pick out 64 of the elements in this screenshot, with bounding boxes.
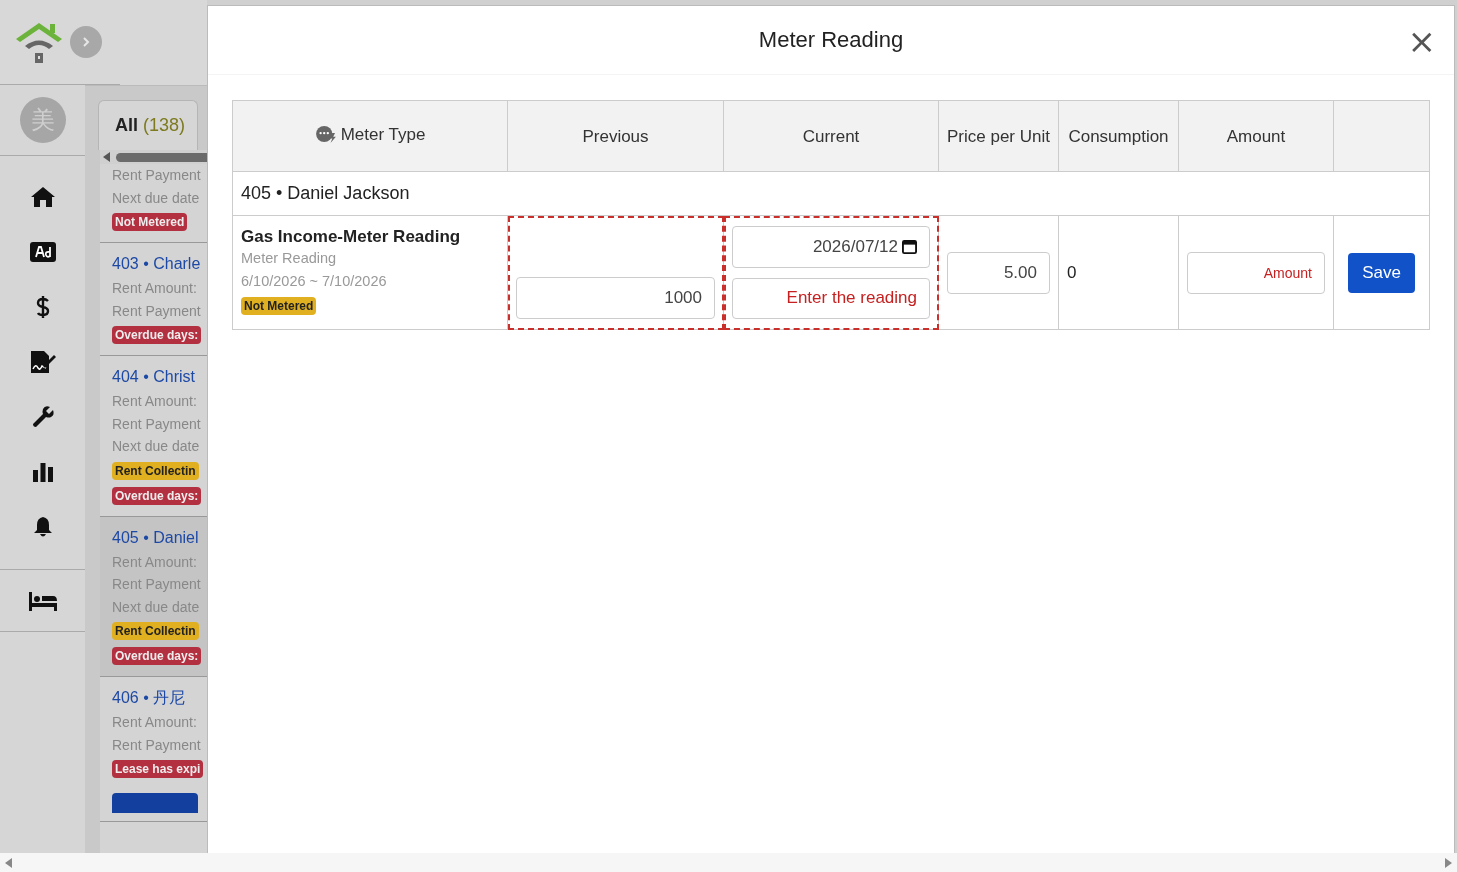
- status-badge: Rent Collectin: [112, 622, 199, 640]
- tenant-card[interactable]: 404 • Christ Rent Amount: Rent Payment Next due date Rent Collectin Overdue days:: [100, 356, 207, 517]
- meter-period: 6/10/2026 ~ 7/10/2026: [241, 272, 388, 291]
- column-header: Previous: [507, 100, 724, 172]
- meter-name: Gas Income-Meter Reading: [241, 227, 462, 247]
- status-badge: Lease has expi: [112, 760, 204, 778]
- close-button[interactable]: ×: [1403, 24, 1440, 58]
- filter-tab[interactable]: All (138): [98, 100, 198, 150]
- status-badge: Not Metered: [241, 297, 317, 315]
- consumption-value: 0: [1067, 262, 1077, 282]
- card-field: Next due date: [112, 435, 207, 458]
- card-field: Rent Amount:: [112, 390, 207, 413]
- card-field: Rent Amount:: [112, 277, 207, 300]
- home-icon: [30, 185, 55, 208]
- scrollbar[interactable]: [100, 150, 207, 164]
- tenant-title[interactable]: 404 • Christ: [112, 360, 207, 390]
- status-badge: Overdue days:: [112, 326, 202, 344]
- tenant-card[interactable]: 406 • 丹尼 Rent Amount: Rent Payment Lease has expi: [100, 677, 207, 822]
- tenant-title[interactable]: 403 • Charle: [112, 247, 207, 277]
- card-field: Rent Payment: [112, 573, 207, 596]
- card-field: Rent Amount:: [112, 550, 207, 573]
- date-field[interactable]: 2026/07/12: [732, 226, 930, 268]
- chat-bolt-icon: [314, 125, 337, 144]
- amount-field[interactable]: Amount: [1187, 251, 1325, 294]
- tenant-card[interactable]: 405 • Daniel Rent Amount: Rent Payment Next due date Rent Collectin Overdue days:: [100, 516, 207, 677]
- status-badge: Overdue days:: [112, 647, 202, 665]
- tenant-card[interactable]: Rent Payment Next due date Not Metered: [100, 164, 207, 243]
- horizontal-scrollbar[interactable]: [0, 853, 1457, 872]
- card-field: Rent Payment: [112, 299, 207, 322]
- card-field: Rent Payment: [112, 733, 207, 756]
- bar-chart-icon: [31, 461, 54, 482]
- tenant-card[interactable]: 403 • Charle Rent Amount: Rent Payment Overdue days:: [100, 243, 207, 356]
- header-label: Meter Type: [340, 123, 426, 146]
- price-field[interactable]: 5.00: [947, 251, 1050, 294]
- wrench-icon: [30, 404, 55, 429]
- card-field: Next due date: [112, 186, 207, 209]
- card-field: Rent Payment: [112, 412, 207, 435]
- chevron-right-icon: [80, 36, 92, 48]
- document-signature-icon: [28, 349, 57, 374]
- scroll-right-icon: [1444, 857, 1452, 868]
- bed-icon: [27, 590, 58, 611]
- save-button[interactable]: Save: [1348, 252, 1415, 293]
- column-header: Amount: [1178, 100, 1334, 172]
- tenant-title[interactable]: 406 • 丹尼: [112, 681, 207, 711]
- card-field: Rent Amount:: [112, 711, 207, 734]
- column-header: Consumption: [1058, 100, 1179, 172]
- status-badge: Rent Collectin: [112, 461, 199, 480]
- current-reading-field[interactable]: Enter the reading: [732, 277, 930, 319]
- ad-icon: [29, 241, 56, 262]
- status-badge: Overdue days:: [112, 486, 202, 505]
- card-field: Next due date: [112, 595, 207, 618]
- column-header: Price per Unit: [938, 100, 1059, 172]
- dollar-icon: [35, 294, 50, 319]
- status-badge: Not Metered: [112, 213, 188, 231]
- card-field: Rent Payment: [112, 164, 207, 187]
- calendar-icon: [902, 239, 917, 255]
- dialog-title: Meter Reading: [758, 27, 904, 53]
- meter-subtitle: Meter Reading: [241, 249, 338, 268]
- tenant-title[interactable]: 405 • Daniel: [112, 520, 207, 551]
- previous-reading-field[interactable]: 1000: [516, 277, 715, 319]
- bell-icon: [32, 515, 53, 538]
- scroll-left-icon: [5, 857, 13, 868]
- column-header: Current: [723, 100, 939, 172]
- group-row: 405 • Daniel Jackson: [232, 171, 1430, 216]
